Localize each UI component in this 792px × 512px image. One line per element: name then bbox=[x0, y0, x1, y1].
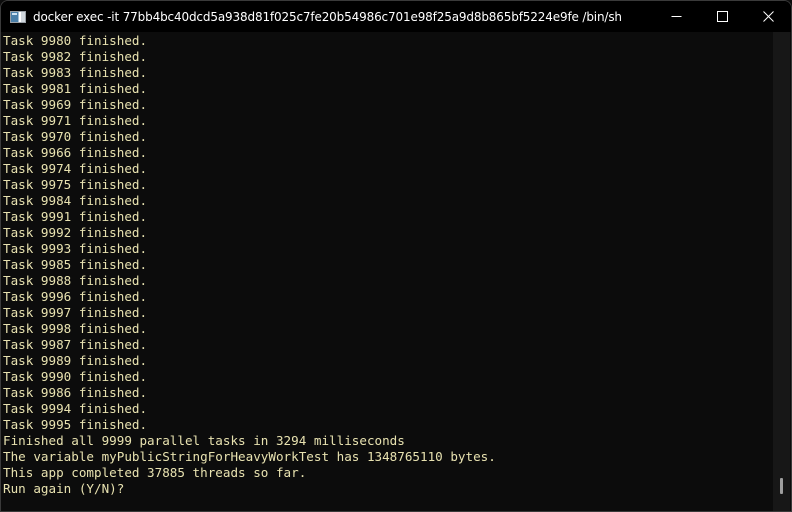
output-line: Task 9970 finished. bbox=[3, 129, 148, 144]
minimize-icon bbox=[671, 16, 681, 17]
output-line: Task 9998 finished. bbox=[3, 321, 148, 336]
output-line: Task 9995 finished. bbox=[3, 417, 148, 432]
output-line: Task 9996 finished. bbox=[3, 289, 148, 304]
close-button[interactable] bbox=[745, 1, 791, 32]
output-line: Task 9966 finished. bbox=[3, 145, 148, 160]
output-line: Task 9981 finished. bbox=[3, 81, 148, 96]
output-line: Task 9985 finished. bbox=[3, 257, 148, 272]
output-line: Task 9983 finished. bbox=[3, 65, 148, 80]
terminal-app-icon[interactable] bbox=[10, 10, 26, 23]
terminal-output[interactable]: Task 9980 finished. Task 9982 finished. Ta… bbox=[1, 32, 775, 511]
output-lines: Task 9980 finished. Task 9982 finished. Ta… bbox=[3, 33, 496, 497]
terminal-window: docker exec -it 77bb4bc40dcd5a938d81f025… bbox=[0, 0, 792, 512]
window-title: docker exec -it 77bb4bc40dcd5a938d81f025… bbox=[33, 9, 622, 24]
output-line: Finished all 9999 parallel tasks in 3294… bbox=[3, 433, 405, 448]
output-line: Task 9969 finished. bbox=[3, 97, 148, 112]
output-line: Task 9990 finished. bbox=[3, 369, 148, 384]
output-line: Task 9980 finished. bbox=[3, 33, 148, 48]
output-line: The variable myPublicStringForHeavyWorkT… bbox=[3, 449, 496, 464]
output-line: Task 9982 finished. bbox=[3, 49, 148, 64]
minimize-button[interactable] bbox=[653, 1, 699, 32]
vertical-scrollbar[interactable] bbox=[773, 32, 790, 511]
output-line: Task 9974 finished. bbox=[3, 161, 148, 176]
window-controls bbox=[653, 1, 791, 32]
output-line: Task 9987 finished. bbox=[3, 337, 148, 352]
scrollbar-thumb[interactable] bbox=[780, 478, 783, 494]
output-line: Task 9994 finished. bbox=[3, 401, 148, 416]
output-line: This app completed 37885 threads so far. bbox=[3, 465, 307, 480]
output-line: Task 9984 finished. bbox=[3, 193, 148, 208]
maximize-icon bbox=[716, 11, 728, 22]
output-line: Task 9992 finished. bbox=[3, 225, 148, 240]
output-line: Task 9989 finished. bbox=[3, 353, 148, 368]
close-icon bbox=[762, 11, 774, 22]
output-line: Task 9991 finished. bbox=[3, 209, 148, 224]
output-line: Task 9997 finished. bbox=[3, 305, 148, 320]
output-line: Task 9993 finished. bbox=[3, 241, 148, 256]
prompt-line: Run again (Y/N)? bbox=[3, 481, 125, 496]
output-line: Task 9975 finished. bbox=[3, 177, 148, 192]
maximize-button[interactable] bbox=[699, 1, 745, 32]
title-bar[interactable]: docker exec -it 77bb4bc40dcd5a938d81f025… bbox=[1, 1, 791, 32]
output-line: Task 9971 finished. bbox=[3, 113, 148, 128]
output-line: Task 9988 finished. bbox=[3, 273, 148, 288]
output-line: Task 9986 finished. bbox=[3, 385, 148, 400]
